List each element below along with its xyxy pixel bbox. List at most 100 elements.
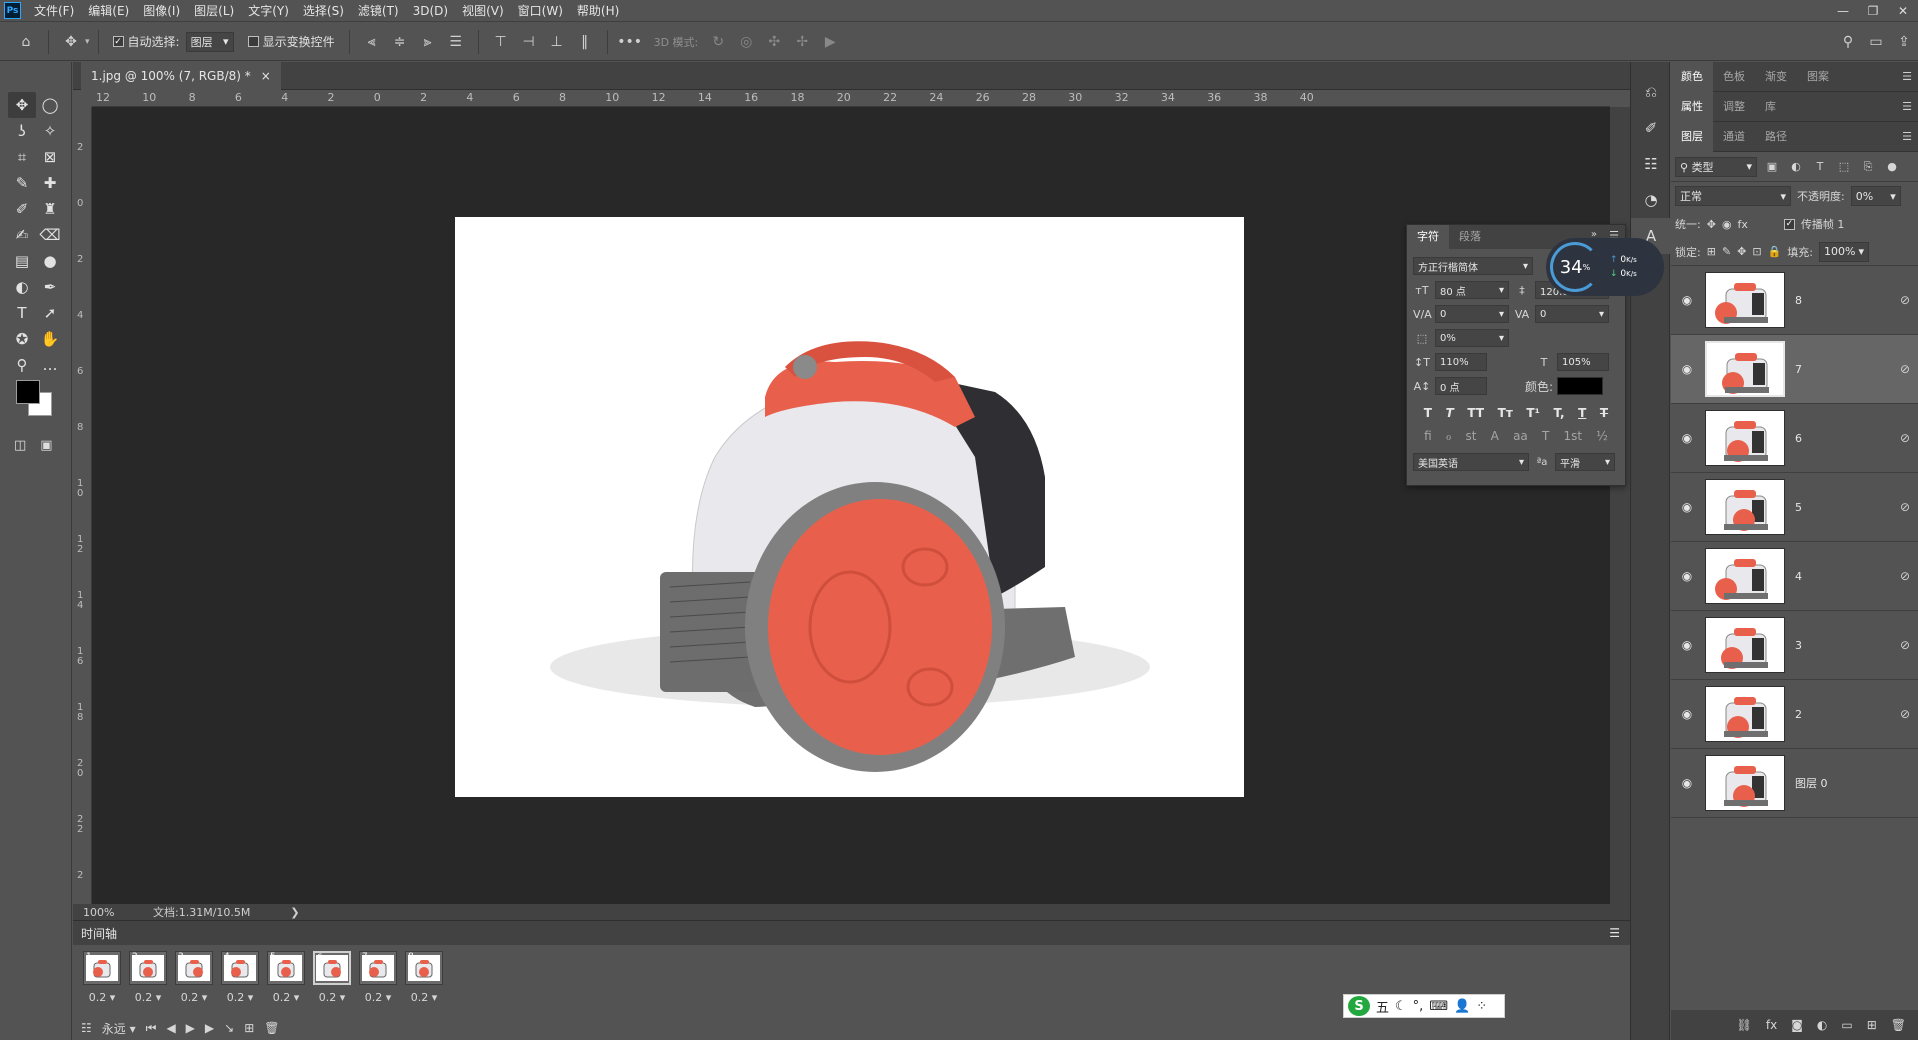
blur-tool-icon[interactable]: ● bbox=[36, 248, 64, 274]
faux-bold-button[interactable]: T bbox=[1424, 406, 1432, 420]
frame-tool-icon[interactable]: ⊠ bbox=[36, 144, 64, 170]
3d-scale-icon[interactable]: ▶ bbox=[816, 28, 844, 56]
gradient-tool-icon[interactable]: ▤ bbox=[8, 248, 36, 274]
duplicate-frame-icon[interactable]: ⊞ bbox=[244, 1021, 254, 1035]
clone-stamp-icon[interactable]: ♜ bbox=[36, 196, 64, 222]
alternates-button[interactable]: aa bbox=[1513, 429, 1528, 443]
font-size-input[interactable]: 80 点 ▾ bbox=[1435, 281, 1509, 299]
tsume-input[interactable]: 0% ▾ bbox=[1435, 329, 1509, 347]
frame-delay-dropdown[interactable]: 0.2 ▾ bbox=[227, 991, 254, 1004]
superscript-button[interactable]: T¹ bbox=[1526, 406, 1539, 420]
close-tab-icon[interactable]: × bbox=[261, 69, 271, 83]
marquee-tool-icon[interactable]: ◯ bbox=[36, 92, 64, 118]
distribute-icon[interactable]: ☰ bbox=[442, 28, 470, 56]
move-tool-preset-icon[interactable]: ✥ bbox=[57, 28, 85, 56]
layer-row[interactable]: ◉ 4 ⊘ bbox=[1671, 542, 1918, 611]
frame-thumbnail[interactable]: 8 bbox=[405, 951, 443, 985]
loop-dropdown[interactable]: 永远 ▾ bbox=[102, 1020, 136, 1037]
unify-visibility-icon[interactable]: ◉ bbox=[1722, 218, 1732, 231]
horizontal-scale-input[interactable]: 105% bbox=[1557, 353, 1609, 371]
align-top-icon[interactable]: ⊤ bbox=[487, 28, 515, 56]
history-brush-icon[interactable]: ✍ bbox=[8, 222, 36, 248]
panel-menu-icon[interactable]: ☰ bbox=[1902, 70, 1912, 83]
adjustments-icon[interactable]: ☷ bbox=[1631, 146, 1671, 182]
fill-input[interactable]: 100% ▾ bbox=[1819, 241, 1870, 262]
fractions-button[interactable]: ½ bbox=[1596, 429, 1608, 443]
move-tool-icon[interactable]: ✥ bbox=[8, 92, 36, 118]
layer-row[interactable]: ◉ 7 ⊘ bbox=[1671, 335, 1918, 404]
faux-italic-button[interactable]: T bbox=[1446, 406, 1454, 420]
3d-pan-icon[interactable]: ✣ bbox=[760, 28, 788, 56]
timeline-frame[interactable]: 3 0.2 ▾ bbox=[171, 951, 217, 1004]
eyedropper-icon[interactable]: ✎ bbox=[8, 170, 36, 196]
frame-thumbnail[interactable]: 4 bbox=[221, 951, 259, 985]
link-layers-icon[interactable]: ⛓ bbox=[1737, 1018, 1752, 1032]
tab-paths[interactable]: 路径 bbox=[1755, 122, 1797, 152]
layer-row[interactable]: ◉ 图层 0 bbox=[1671, 749, 1918, 818]
show-transform-checkbox[interactable]: 显示变换控件 bbox=[247, 33, 335, 50]
unify-layer-icon[interactable]: ⊘ bbox=[1900, 707, 1910, 721]
brush-tool-icon[interactable]: ✐ bbox=[8, 196, 36, 222]
timeline-frame[interactable]: 4 0.2 ▾ bbox=[217, 951, 263, 1004]
brush-settings-icon[interactable]: ✐ bbox=[1631, 110, 1671, 146]
subscript-button[interactable]: T, bbox=[1553, 406, 1564, 420]
layer-name[interactable]: 2 bbox=[1795, 708, 1802, 721]
ligature-button[interactable]: fi bbox=[1424, 429, 1432, 443]
visibility-eye-icon[interactable]: ◉ bbox=[1677, 569, 1697, 583]
3d-roll-icon[interactable]: ◎ bbox=[732, 28, 760, 56]
canvas-area[interactable] bbox=[92, 107, 1610, 904]
lock-transparent-icon[interactable]: ⊞ bbox=[1707, 245, 1716, 258]
user-icon[interactable]: 👤 bbox=[1454, 999, 1470, 1014]
chevron-down-icon[interactable]: ▾ bbox=[85, 37, 90, 47]
new-layer-icon[interactable]: ⊞ bbox=[1867, 1018, 1877, 1032]
blend-mode-dropdown[interactable]: 正常 ▾ bbox=[1675, 186, 1791, 206]
frame-thumbnail[interactable]: 2 bbox=[129, 951, 167, 985]
filter-smart-object-icon[interactable]: ⎘ bbox=[1859, 160, 1877, 174]
align-left-icon[interactable]: ⫷ bbox=[358, 28, 386, 56]
document-tab[interactable]: 1.jpg @ 100% (7, RGB/8) * × bbox=[81, 62, 281, 90]
timeline-frame[interactable]: 7 0.2 ▾ bbox=[355, 951, 401, 1004]
document-info[interactable]: 文档:1.31M/10.5M bbox=[153, 904, 250, 920]
layer-name[interactable]: 5 bbox=[1795, 501, 1802, 514]
frame-thumbnail[interactable]: 3 bbox=[175, 951, 213, 985]
magic-wand-icon[interactable]: ✧ bbox=[36, 118, 64, 144]
timeline-frame[interactable]: 5 0.2 ▾ bbox=[263, 951, 309, 1004]
tracking-input[interactable]: 0 ▾ bbox=[1535, 305, 1609, 323]
layer-name[interactable]: 4 bbox=[1795, 570, 1802, 583]
home-icon[interactable]: ⌂ bbox=[12, 28, 40, 56]
share-icon[interactable]: ⇪ bbox=[1890, 28, 1918, 56]
align-right-icon[interactable]: ⫸ bbox=[414, 28, 442, 56]
visibility-eye-icon[interactable]: ◉ bbox=[1677, 293, 1697, 307]
text-color-swatch[interactable] bbox=[1557, 377, 1604, 395]
layer-thumbnail[interactable] bbox=[1705, 410, 1785, 466]
tab-swatches[interactable]: 色板 bbox=[1713, 62, 1755, 92]
visibility-eye-icon[interactable]: ◉ bbox=[1677, 707, 1697, 721]
filter-type-icon[interactable]: T bbox=[1811, 160, 1829, 173]
frame-thumbnail[interactable]: 7 bbox=[359, 951, 397, 985]
vertical-scale-input[interactable]: 110% bbox=[1435, 353, 1487, 371]
frame-delay-dropdown[interactable]: 0.2 ▾ bbox=[89, 991, 116, 1004]
menu-file[interactable]: 文件(F) bbox=[27, 0, 81, 22]
tab-properties[interactable]: 属性 bbox=[1671, 91, 1713, 122]
filter-pixel-icon[interactable]: ▣ bbox=[1763, 160, 1781, 173]
small-caps-button[interactable]: Tт bbox=[1498, 406, 1513, 420]
tab-adjustments[interactable]: 调整 bbox=[1713, 92, 1755, 122]
propagate-checkbox[interactable]: ✓ bbox=[1783, 218, 1795, 230]
lasso-tool-icon[interactable]: ʖ bbox=[8, 118, 36, 144]
align-middle-icon[interactable]: ⊣ bbox=[515, 28, 543, 56]
timeline-frame[interactable]: 1 0.2 ▾ bbox=[79, 951, 125, 1004]
panel-menu-icon[interactable]: ☰ bbox=[1609, 926, 1620, 940]
path-select-icon[interactable]: ➚ bbox=[36, 300, 64, 326]
foreground-color[interactable] bbox=[16, 380, 40, 404]
zoom-level[interactable]: 100% bbox=[83, 906, 143, 919]
layer-style-icon[interactable]: fx bbox=[1766, 1018, 1777, 1032]
layer-name[interactable]: 6 bbox=[1795, 432, 1802, 445]
menu-layer[interactable]: 图层(L) bbox=[187, 0, 241, 22]
layer-thumbnail[interactable] bbox=[1705, 272, 1785, 328]
crop-tool-icon[interactable]: ⌗ bbox=[8, 144, 36, 170]
convert-timeline-icon[interactable]: ☷ bbox=[81, 1021, 92, 1035]
language-dropdown[interactable]: 美国英语 ▾ bbox=[1413, 453, 1529, 471]
baseline-shift-input[interactable]: 0 点 bbox=[1435, 377, 1487, 395]
timeline-frame[interactable]: 6 0.2 ▾ bbox=[309, 951, 355, 1004]
timeline-frame[interactable]: 2 0.2 ▾ bbox=[125, 951, 171, 1004]
